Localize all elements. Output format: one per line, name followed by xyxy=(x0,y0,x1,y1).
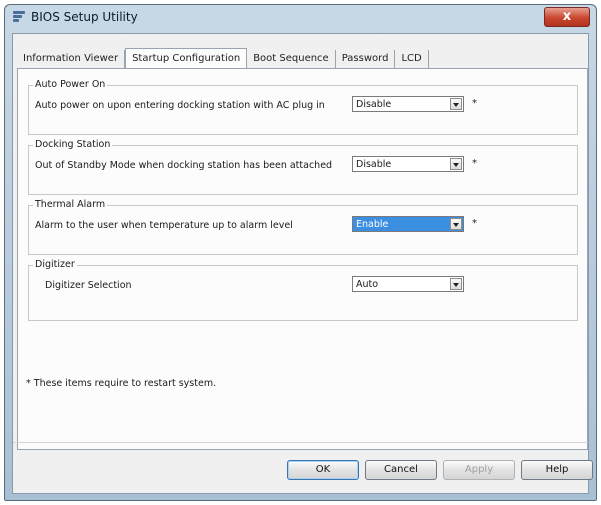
select-value: Auto xyxy=(356,279,379,290)
select-value: Disable xyxy=(356,99,392,110)
group-legend: Thermal Alarm xyxy=(33,199,108,211)
select-value: Disable xyxy=(356,159,392,170)
bios-setup-window: BIOS Setup Utility x Information Viewer … xyxy=(4,4,597,501)
restart-required-marker: * xyxy=(472,218,477,229)
option-label: Out of Standby Mode when docking station… xyxy=(35,160,333,171)
group-auto-power-on: Auto Power On Auto power on upon enterin… xyxy=(28,79,578,135)
group-legend: Docking Station xyxy=(33,139,113,151)
title-bar[interactable]: BIOS Setup Utility x xyxy=(5,5,596,29)
tab-startup-configuration[interactable]: Startup Configuration xyxy=(125,48,248,69)
close-button[interactable]: x xyxy=(544,7,590,27)
bios-app-icon xyxy=(13,11,25,22)
cancel-button[interactable]: Cancel xyxy=(365,460,437,480)
close-icon: x xyxy=(562,9,572,24)
apply-button[interactable]: Apply xyxy=(443,460,515,480)
ok-button[interactable]: OK xyxy=(287,460,359,480)
chevron-down-icon[interactable] xyxy=(450,218,462,230)
select-value: Enable xyxy=(356,219,389,230)
option-label: Alarm to the user when temperature up to… xyxy=(35,220,293,231)
tab-boot-sequence[interactable]: Boot Sequence xyxy=(247,50,336,68)
chevron-down-icon[interactable] xyxy=(450,158,462,170)
restart-required-marker: * xyxy=(472,158,477,169)
group-legend: Auto Power On xyxy=(33,79,108,91)
group-thermal-alarm: Thermal Alarm Alarm to the user when tem… xyxy=(28,199,578,255)
window-title: BIOS Setup Utility xyxy=(31,10,138,24)
thermal-alarm-select[interactable]: Enable xyxy=(352,216,464,232)
dialog-button-row: OK Cancel Apply Help xyxy=(13,442,593,493)
restart-note: * These items require to restart system. xyxy=(26,378,217,389)
group-docking-station: Docking Station Out of Standby Mode when… xyxy=(28,139,578,195)
startup-configuration-panel: Auto Power On Auto power on upon enterin… xyxy=(17,68,588,450)
option-label: Digitizer Selection xyxy=(45,280,132,291)
auto-power-on-select[interactable]: Disable xyxy=(352,96,464,112)
tab-information-viewer[interactable]: Information Viewer xyxy=(17,50,126,68)
tab-lcd[interactable]: LCD xyxy=(395,50,429,68)
chevron-down-icon[interactable] xyxy=(450,278,462,290)
chevron-down-icon[interactable] xyxy=(450,98,462,110)
help-button[interactable]: Help xyxy=(521,460,593,480)
group-legend: Digitizer xyxy=(33,259,77,271)
dialog-client-area: Information Viewer Startup Configuration… xyxy=(12,33,593,494)
docking-station-select[interactable]: Disable xyxy=(352,156,464,172)
restart-required-marker: * xyxy=(472,98,477,109)
tab-strip: Information Viewer Startup Configuration… xyxy=(17,48,429,69)
tab-password[interactable]: Password xyxy=(336,50,396,68)
group-digitizer: Digitizer Digitizer Selection Auto xyxy=(28,259,578,321)
digitizer-select[interactable]: Auto xyxy=(352,276,464,292)
option-label: Auto power on upon entering docking stat… xyxy=(35,100,325,111)
